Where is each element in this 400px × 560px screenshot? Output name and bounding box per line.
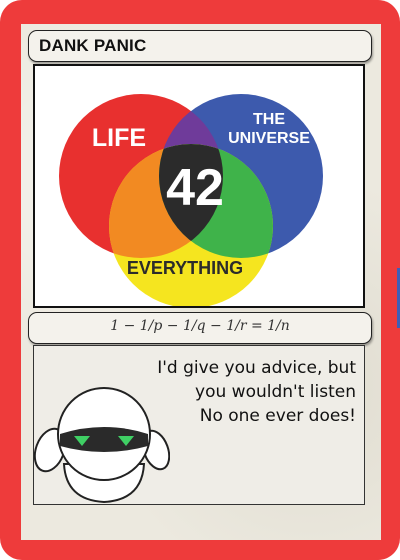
card-art: LIFE THE UNIVERSE EVERYTHING 42 (33, 64, 365, 308)
flavor-line: you wouldn't listen (195, 382, 356, 402)
card: DANK PANIC LIFE THE UNIVERSE EVERYTHING … (0, 0, 400, 560)
venn-label-42: 42 (166, 159, 224, 217)
venn-diagram: LIFE THE UNIVERSE EVERYTHING 42 (59, 94, 323, 306)
type-banner: 1 − 1/p − 1/q − 1/r = 1/n (28, 312, 372, 344)
flavor-line: I'd give you advice, but (157, 358, 356, 378)
card-text-box: I'd give you advice, but you wouldn't li… (33, 345, 365, 505)
venn-label-life: LIFE (92, 124, 146, 152)
venn-label-universe-2: UNIVERSE (228, 130, 310, 147)
venn-label-everything: EVERYTHING (127, 258, 243, 278)
card-title: DANK PANIC (39, 36, 147, 55)
flavor-text: I'd give you advice, but you wouldn't li… (157, 356, 356, 428)
venn-label-universe-1: THE (253, 111, 285, 128)
card-type-line: 1 − 1/p − 1/q − 1/r = 1/n (110, 318, 290, 334)
marvin-robot-icon (34, 387, 170, 504)
title-banner: DANK PANIC (28, 30, 372, 62)
flavor-line: No one ever does! (199, 406, 356, 426)
